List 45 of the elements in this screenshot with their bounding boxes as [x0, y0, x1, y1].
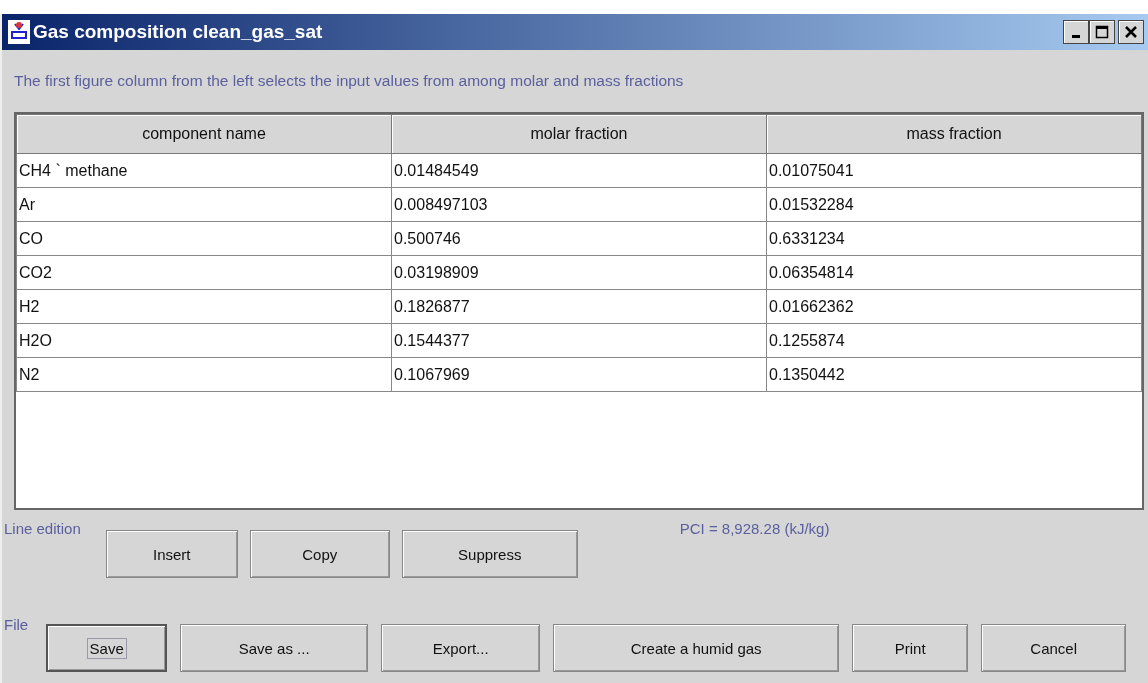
file-button[interactable]: Print [852, 624, 969, 672]
file-button[interactable]: Save as ... [180, 624, 369, 672]
column-header[interactable]: component name [16, 114, 392, 154]
hint-text: The first figure column from the left selects the input values from among molar and mass fractions [13, 71, 685, 90]
window-title: Gas composition clean_gas_sat [33, 21, 324, 43]
pci-value: PCI = 8,928.28 (kJ/kg) [679, 520, 830, 539]
table-cell[interactable]: 0.01662362 [766, 289, 1142, 324]
edit-button[interactable]: Insert [105, 530, 238, 578]
table-cell[interactable]: 0.01484549 [391, 153, 767, 188]
minimize-button[interactable] [1063, 20, 1089, 44]
table-cell[interactable]: CO [16, 221, 392, 256]
table-cell[interactable]: 0.500746 [391, 221, 767, 256]
file-label: File [4, 616, 29, 635]
minimize-icon [1072, 35, 1080, 38]
table-cell[interactable]: CO2 [16, 255, 392, 290]
table-cell[interactable]: N2 [16, 357, 392, 392]
file-button[interactable]: Cancel [981, 624, 1127, 672]
table-cell[interactable]: 0.1255874 [766, 323, 1142, 358]
file-button[interactable]: Export... [381, 624, 541, 672]
close-icon [1124, 25, 1138, 39]
table-cell[interactable]: H2 [16, 289, 392, 324]
column-header[interactable]: molar fraction [391, 114, 767, 154]
table-cell[interactable]: Ar [16, 187, 392, 222]
table-cell[interactable]: H2O [16, 323, 392, 358]
table-cell[interactable]: 0.1826877 [391, 289, 767, 324]
maximize-button[interactable] [1089, 20, 1115, 44]
close-button[interactable] [1118, 20, 1144, 44]
table-cell[interactable]: 0.03198909 [391, 255, 767, 290]
edit-button[interactable]: Copy [249, 530, 390, 578]
table-cell[interactable]: 0.008497103 [391, 187, 767, 222]
edit-button[interactable]: Suppress [401, 530, 578, 578]
app-icon [8, 20, 30, 44]
table-cell[interactable]: 0.1067969 [391, 357, 767, 392]
table-cell[interactable]: 0.1350442 [766, 357, 1142, 392]
table-cell[interactable]: 0.6331234 [766, 221, 1142, 256]
table-cell[interactable]: 0.01532284 [766, 187, 1142, 222]
table-cell[interactable]: CH4 ` methane [16, 153, 392, 188]
file-button[interactable]: Create a humid gas [553, 624, 840, 672]
line-edition-label: Line edition [4, 520, 81, 539]
table-cell[interactable]: 0.1544377 [391, 323, 767, 358]
table-cell[interactable]: 0.01075041 [766, 153, 1142, 188]
table-cell[interactable]: 0.06354814 [766, 255, 1142, 290]
maximize-icon [1095, 25, 1109, 39]
column-header[interactable]: mass fraction [766, 114, 1142, 154]
file-button[interactable]: Save [46, 624, 168, 672]
